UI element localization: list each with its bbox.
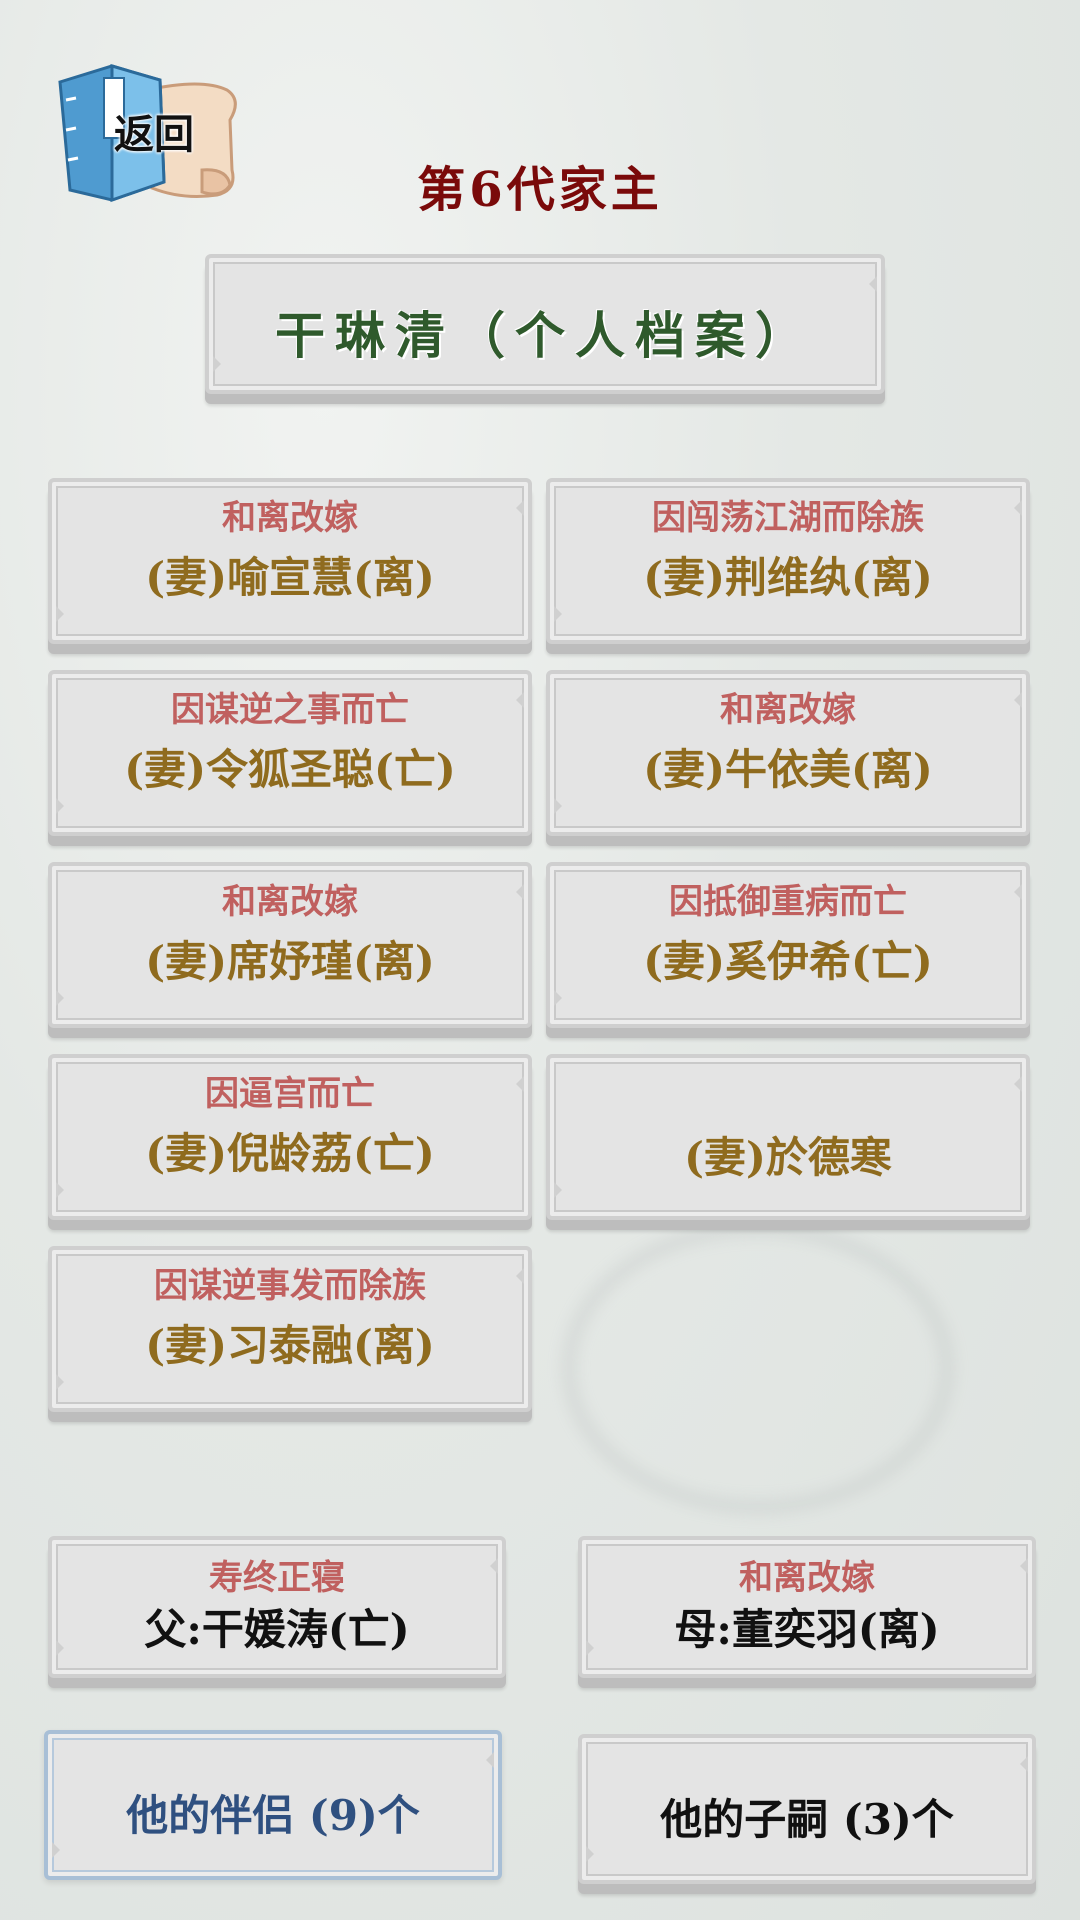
spouse-name: (妻)令狐圣聪(亡)	[124, 745, 456, 794]
mother-cause: 和离改嫁	[739, 1558, 875, 1598]
background-watermark	[560, 1220, 956, 1516]
spouse-name: (妻)荆维纨(离)	[643, 553, 933, 602]
tab-partners[interactable]: 他的伴侣 (9)个	[44, 1730, 502, 1880]
father-cause: 寿终正寝	[209, 1558, 345, 1598]
spouse-name: (妻)席妤瑾(离)	[145, 937, 435, 986]
spouse-cause: 因谋逆之事而亡	[171, 690, 409, 730]
spouse-card[interactable]: 因谋逆之事而亡 (妻)令狐圣聪(亡)	[48, 670, 532, 836]
spouse-cause: 和离改嫁	[222, 882, 358, 922]
tab-partners-label: 他的伴侣 (9)个	[126, 1791, 420, 1840]
spouse-name: (妻)习泰融(离)	[145, 1321, 435, 1370]
spouse-cause: 因谋逆事发而除族	[154, 1266, 426, 1306]
father-card[interactable]: 寿终正寝 父:干媛涛(亡)	[48, 1536, 506, 1678]
tab-children-label: 他的子嗣 (3)个	[660, 1795, 954, 1844]
spouse-card[interactable]: (妻)於德寒	[546, 1054, 1030, 1220]
spouse-name: (妻)喻宣慧(离)	[145, 553, 435, 602]
spouse-card[interactable]: 因逼宫而亡 (妻)倪龄荔(亡)	[48, 1054, 532, 1220]
spouse-card[interactable]: 和离改嫁 (妻)喻宣慧(离)	[48, 478, 532, 644]
father-name: 父:干媛涛(亡)	[144, 1605, 410, 1654]
spouse-name: (妻)牛依美(离)	[643, 745, 933, 794]
spouse-card[interactable]: 因谋逆事发而除族 (妻)习泰融(离)	[48, 1246, 532, 1412]
profile-title: 干琳清（个人档案）	[275, 306, 815, 365]
spouse-cause: 因逼宫而亡	[205, 1074, 375, 1114]
mother-name: 母:董奕羽(离)	[674, 1605, 940, 1654]
spouse-card[interactable]: 因抵御重病而亡 (妻)奚伊希(亡)	[546, 862, 1030, 1028]
spouse-cause: 和离改嫁	[720, 690, 856, 730]
spouse-card[interactable]: 因闯荡江湖而除族 (妻)荆维纨(离)	[546, 478, 1030, 644]
spouse-cause: 因抵御重病而亡	[669, 882, 907, 922]
profile-title-card: 干琳清（个人档案）	[205, 254, 885, 394]
spouse-card[interactable]: 和离改嫁 (妻)牛依美(离)	[546, 670, 1030, 836]
mother-card[interactable]: 和离改嫁 母:董奕羽(离)	[578, 1536, 1036, 1678]
spouse-name: (妻)奚伊希(亡)	[643, 937, 933, 986]
generation-title: 第6代家主	[417, 162, 663, 218]
spouse-name: (妻)倪龄荔(亡)	[145, 1129, 435, 1178]
spouse-cause: 因闯荡江湖而除族	[652, 498, 924, 538]
spouse-name: (妻)於德寒	[684, 1133, 892, 1182]
tab-children[interactable]: 他的子嗣 (3)个	[578, 1734, 1036, 1884]
spouse-card[interactable]: 和离改嫁 (妻)席妤瑾(离)	[48, 862, 532, 1028]
spouse-cause: 和离改嫁	[222, 498, 358, 538]
